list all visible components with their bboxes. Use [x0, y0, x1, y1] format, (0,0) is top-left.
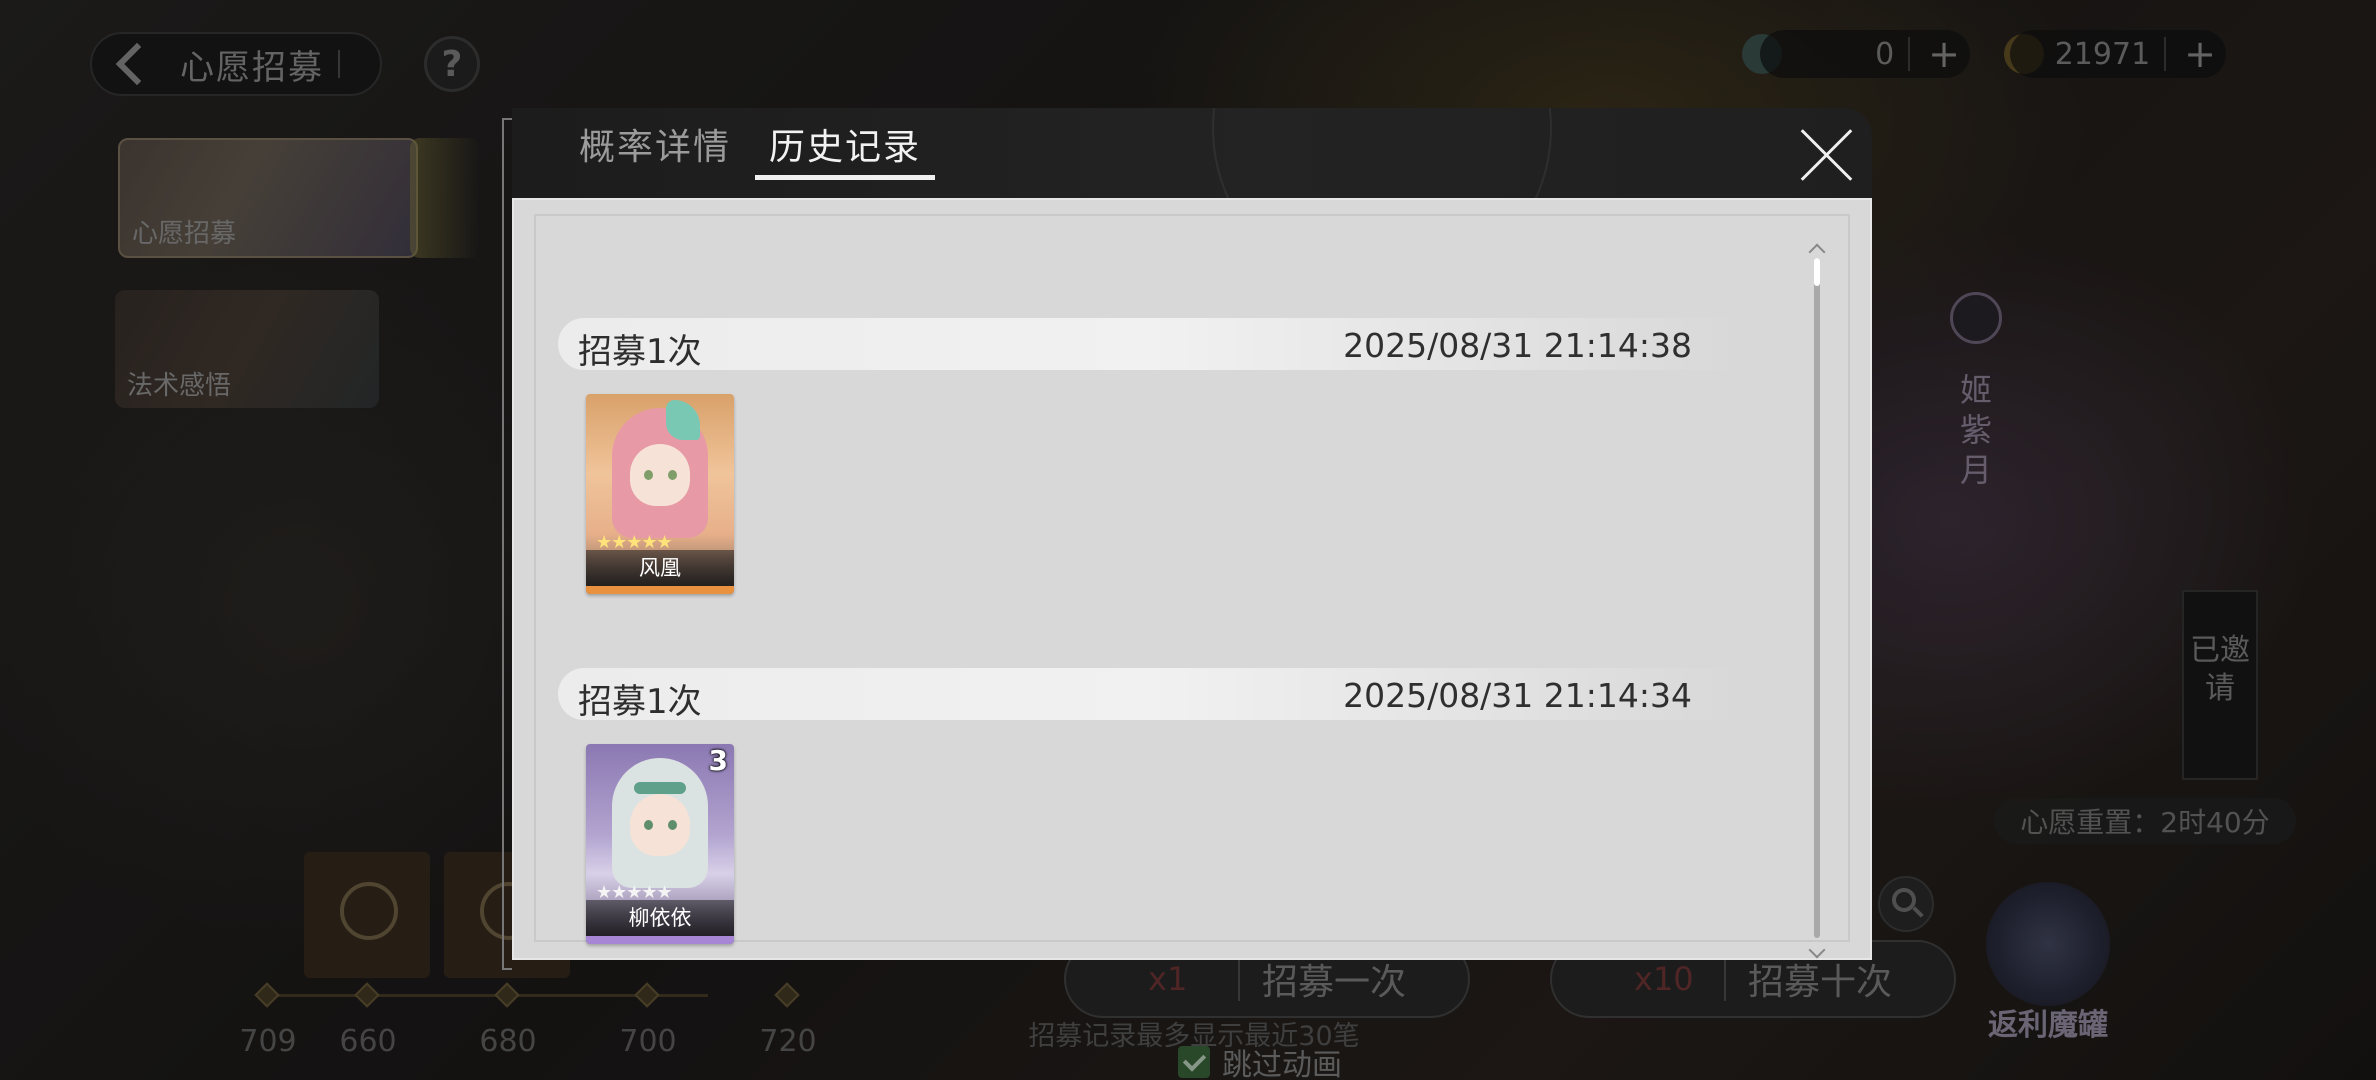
recruit-history-dialog: 概率详情 历史记录 招募1次 2025/08/31 21:14:38 ★★★★★… [512, 108, 1872, 1052]
eye [644, 470, 653, 480]
hero-card[interactable]: ★★★★★ 风凰 [586, 394, 734, 594]
record-timestamp: 2025/08/31 21:14:38 [1343, 326, 1692, 365]
dialog-header: 概率详情 历史记录 [512, 108, 1872, 198]
eye [668, 820, 677, 830]
history-limit-note: 招募记录最多显示最近30笔 [1028, 1021, 1360, 1052]
history-list[interactable]: 招募1次 2025/08/31 21:14:38 ★★★★★ 风凰 招募1次 2… [512, 198, 1872, 1052]
hero-face [630, 794, 690, 856]
tab-history[interactable]: 历史记录 [756, 108, 934, 180]
close-icon[interactable] [1798, 126, 1856, 184]
tab-probability-details[interactable]: 概率详情 [572, 108, 738, 180]
rarity-strip [586, 586, 734, 594]
record-title: 招募1次 [578, 682, 702, 722]
scroll-down-icon[interactable] [1808, 941, 1826, 959]
dialog-frame-accent [502, 118, 512, 970]
scrollbar-thumb[interactable] [1814, 258, 1820, 286]
record-header: 招募1次 2025/08/31 21:14:34 [558, 668, 1744, 722]
record-header: 招募1次 2025/08/31 21:14:38 [558, 318, 1744, 372]
eye [668, 470, 677, 480]
rarity-strip [586, 936, 734, 944]
header-decoration [1212, 108, 1552, 198]
active-tab-indicator [755, 175, 935, 180]
circlet-ornament [634, 782, 686, 794]
hero-name: 柳依依 [586, 900, 734, 936]
scrollbar-track[interactable] [1814, 258, 1820, 938]
hero-card[interactable]: 3 ★★★★★ 柳依依 [586, 744, 734, 944]
hair-ornament [666, 400, 700, 440]
record-timestamp: 2025/08/31 21:14:34 [1343, 676, 1692, 715]
duplicate-count: 3 [708, 744, 728, 777]
hero-name: 风凰 [586, 550, 734, 586]
hero-face [630, 444, 690, 506]
record-title: 招募1次 [578, 332, 702, 372]
eye [644, 820, 653, 830]
